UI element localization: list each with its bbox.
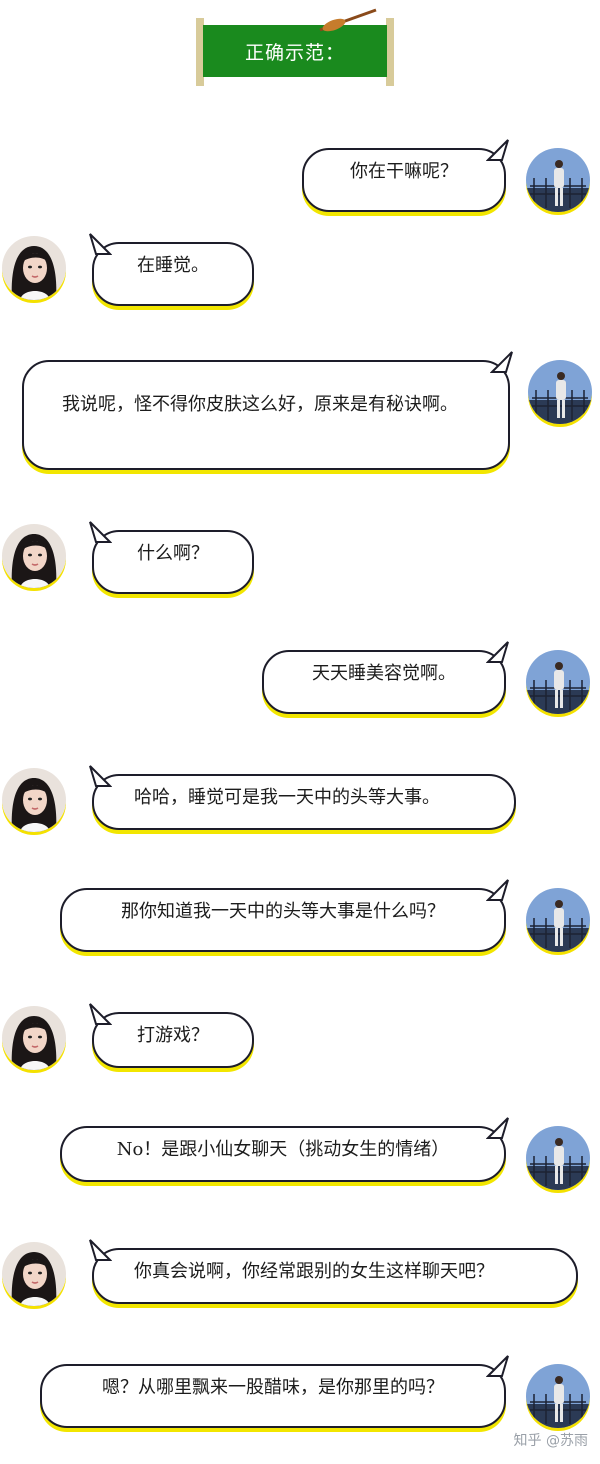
chat-bubble-incoming[interactable]: 打游戏？ (89, 1003, 254, 1068)
chat-bubble-incoming[interactable]: 什么啊？ (89, 521, 254, 594)
female-avatar-icon (2, 1242, 66, 1306)
message-text: 什么啊？ (137, 543, 209, 564)
message-text: 哈哈，睡觉可是我一天中的头等大事。 (134, 787, 440, 808)
male-avatar-icon (526, 888, 590, 952)
chat-bubble-incoming[interactable]: 在睡觉。 (89, 233, 254, 306)
male-avatar-icon (526, 650, 590, 714)
chat-bubble-outgoing[interactable]: 嗯？从哪里飘来一股醋味，是你那里的吗？ (40, 1355, 509, 1428)
avatar[interactable] (2, 524, 66, 588)
avatar[interactable] (2, 768, 66, 832)
bubble-tail-icon (486, 641, 509, 663)
avatar[interactable] (528, 360, 592, 424)
male-avatar-icon (526, 1126, 590, 1190)
chat-bubble-outgoing[interactable]: No！是跟小仙女聊天（挑动女生的情绪） (60, 1117, 509, 1182)
message-text: 打游戏？ (137, 1025, 209, 1046)
chat-bubble-outgoing[interactable]: 天天睡美容觉啊。 (262, 641, 509, 714)
female-avatar-icon (2, 768, 66, 832)
message-text: No！是跟小仙女聊天（挑动女生的情绪） (116, 1139, 450, 1160)
female-avatar-icon (2, 236, 66, 300)
female-avatar-icon (2, 524, 66, 588)
avatar[interactable] (526, 1364, 590, 1428)
bubble-tail-icon (89, 1239, 112, 1261)
message-text: 你在干嘛呢？ (350, 161, 458, 182)
bubble-tail-icon (89, 1003, 112, 1025)
bubble-tail-icon (490, 351, 513, 373)
female-avatar-icon (2, 1006, 66, 1070)
message-text: 嗯？从哪里飘来一股醋味，是你那里的吗？ (102, 1377, 444, 1398)
avatar[interactable] (526, 1126, 590, 1190)
message-text: 天天睡美容觉啊。 (312, 663, 456, 684)
title-banner: 正确示范： (196, 8, 394, 86)
message-text: 在睡觉。 (137, 255, 209, 276)
avatar[interactable] (526, 888, 590, 952)
male-avatar-icon (526, 148, 590, 212)
avatar[interactable] (2, 1242, 66, 1306)
chat-bubble-outgoing[interactable]: 你在干嘛呢？ (302, 139, 509, 212)
bubble-tail-icon (486, 1355, 509, 1377)
message-text: 我说呢，怪不得你皮肤这么好，原来是有秘诀啊。 (62, 394, 458, 415)
message-text: 你真会说啊，你经常跟别的女生这样聊天吧？ (134, 1261, 494, 1282)
chat-bubble-outgoing[interactable]: 我说呢，怪不得你皮肤这么好，原来是有秘诀啊。 (22, 351, 513, 470)
bubble-tail-icon (486, 879, 509, 901)
chat-bubble-outgoing[interactable]: 那你知道我一天中的头等大事是什么吗？ (60, 879, 509, 952)
watermark: 知乎 @苏雨 (513, 1433, 588, 1449)
bubble-tail-icon (89, 233, 112, 255)
avatar[interactable] (2, 236, 66, 300)
chat-bubble-incoming[interactable]: 你真会说啊，你经常跟别的女生这样聊天吧？ (89, 1239, 578, 1304)
message-text: 那你知道我一天中的头等大事是什么吗？ (121, 901, 445, 922)
avatar[interactable] (2, 1006, 66, 1070)
chat-bubble-incoming[interactable]: 哈哈，睡觉可是我一天中的头等大事。 (89, 765, 516, 830)
avatar[interactable] (526, 650, 590, 714)
male-avatar-icon (526, 1364, 590, 1428)
bubble-tail-icon (486, 139, 509, 161)
avatar[interactable] (526, 148, 590, 212)
bubble-tail-icon (89, 521, 112, 543)
paddle-icon (319, 8, 377, 32)
bubble-tail-icon (486, 1117, 509, 1139)
male-avatar-icon (528, 360, 592, 424)
bubble-tail-icon (89, 765, 112, 787)
